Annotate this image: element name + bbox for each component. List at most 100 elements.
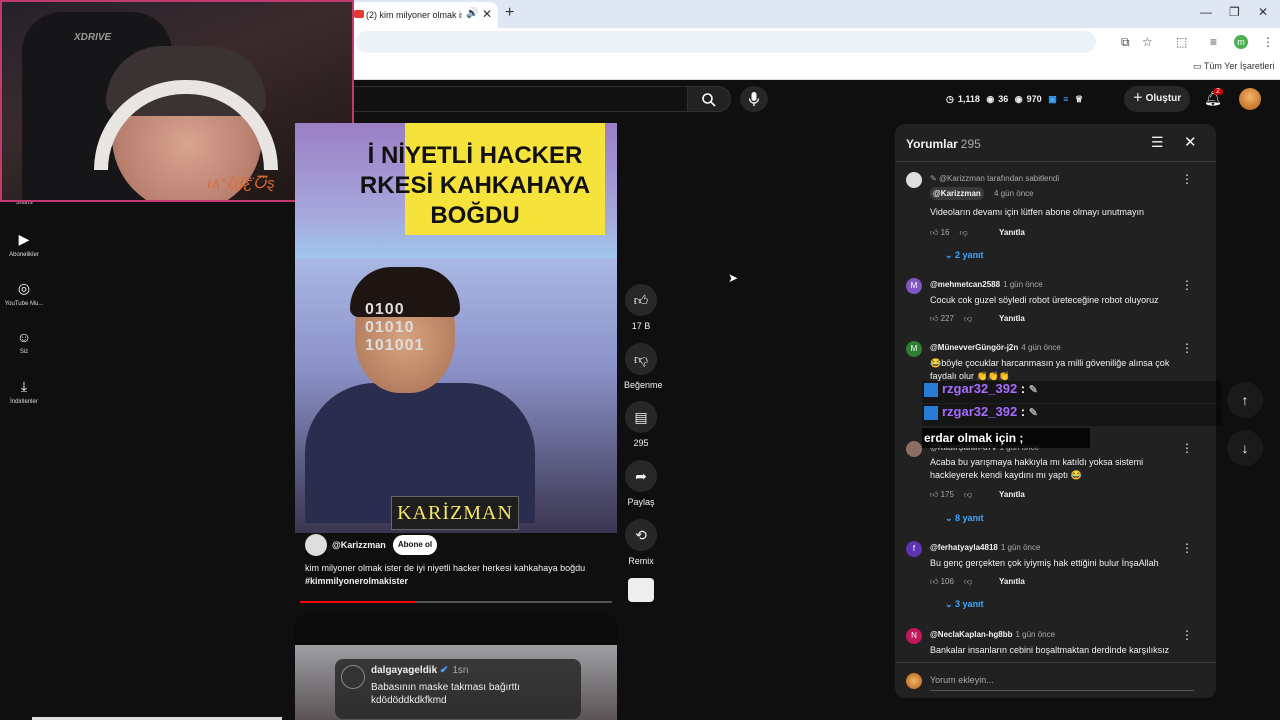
new-tab-button[interactable]: + bbox=[505, 4, 514, 22]
next-short-button[interactable]: ↓ bbox=[1227, 430, 1263, 466]
user-avatar[interactable] bbox=[1239, 88, 1261, 110]
like-count: 175 bbox=[940, 490, 954, 499]
more-options-icon[interactable]: ⋮ bbox=[1181, 541, 1193, 555]
like-count: 106 bbox=[940, 577, 954, 586]
chevron-down-icon: ⌄ bbox=[945, 513, 956, 523]
speaker-icon[interactable]: 🔊 bbox=[466, 8, 478, 19]
comment-text: 😂böyle çocuklar harcanmasın ya milli göv… bbox=[930, 358, 1170, 381]
comment-author[interactable]: @mehmetcan2588 1 gün önce bbox=[930, 280, 1043, 289]
previous-short-button[interactable]: ↑ bbox=[1227, 382, 1263, 418]
extension-icon[interactable]: ▣ bbox=[1048, 94, 1057, 104]
comment-avatar[interactable]: N bbox=[906, 628, 922, 644]
minimize-button[interactable]: — bbox=[1200, 5, 1212, 19]
close-comments-button[interactable]: ✕ bbox=[1184, 133, 1197, 151]
sidebar-item-youtube-music[interactable]: ◎ YouTube Mu... bbox=[0, 280, 48, 307]
commenter-username: dalgayageldik bbox=[371, 665, 438, 676]
mouse-cursor-icon: ➤ bbox=[728, 271, 739, 285]
dislike-button[interactable]: 👎︎ Beğenme bbox=[624, 343, 663, 390]
channel-avatar[interactable] bbox=[305, 534, 327, 556]
thumbs-down-icon[interactable]: 👎︎ bbox=[960, 228, 968, 237]
remix-button[interactable]: ⟲ Remix bbox=[624, 519, 658, 566]
bookmark-star-icon[interactable]: ☆ bbox=[1142, 35, 1153, 49]
more-options-icon[interactable]: ⋮ bbox=[1181, 341, 1193, 355]
all-bookmarks-label: Tüm Yer İşaretleri bbox=[1203, 61, 1275, 71]
view-replies-button[interactable]: ⌄ 8 yanıt bbox=[945, 513, 984, 524]
chat-overlay-text: erdar olmak için ; bbox=[922, 428, 1090, 448]
subscribe-button[interactable]: Abone ol bbox=[393, 535, 437, 555]
share-label: Paylaş bbox=[627, 497, 655, 507]
hashtag-link[interactable]: #kimmilyonerolmakister bbox=[305, 575, 615, 588]
voice-search-button[interactable] bbox=[740, 86, 768, 112]
youtube-favicon-icon bbox=[354, 10, 364, 18]
sidebar-item-you[interactable]: ☺ Siz bbox=[0, 329, 48, 355]
reply-button[interactable]: Yanıtla bbox=[999, 314, 1025, 323]
thumbs-down-icon[interactable]: 👎︎ bbox=[964, 314, 972, 323]
comment-author[interactable]: @MünevverGüngör-j2n 4 gün önce bbox=[930, 343, 1061, 352]
video-title-line: BOĞDU bbox=[430, 202, 520, 229]
tab-close-button[interactable]: ✕ bbox=[482, 7, 492, 21]
comment-text: Bankalar insanların cebini boşaltmaktan … bbox=[930, 645, 1170, 655]
all-bookmarks-button[interactable]: ▭ Tüm Yer İşaretleri bbox=[1193, 61, 1274, 72]
next-short-preview[interactable]: dalgayageldik ✔ 1sn Babasının maske takma… bbox=[295, 615, 617, 720]
channel-name[interactable]: @Karizzman bbox=[332, 540, 386, 550]
search-button[interactable] bbox=[687, 86, 731, 112]
comments-button[interactable]: ▤ 295 bbox=[624, 401, 658, 448]
browser-profile-avatar[interactable]: m bbox=[1234, 35, 1248, 49]
comment-icon: ▤ bbox=[625, 401, 657, 433]
shirt-print: 0100 01010 101001 bbox=[365, 301, 425, 354]
pinned-label: ✎ @Karizzman tarafından sabitlendi bbox=[930, 174, 1059, 183]
shorts-video-player[interactable]: İ NİYETLİ HACKER RKESİ KAHKAHAYA BOĞDU 0… bbox=[295, 123, 617, 533]
thumbs-up-icon[interactable]: 👍︎ bbox=[930, 314, 941, 323]
comment-avatar[interactable] bbox=[906, 441, 922, 457]
add-comment-input[interactable]: Yorum ekleyin... bbox=[930, 675, 994, 685]
comment-avatar[interactable]: M bbox=[906, 278, 922, 294]
thumbs-up-icon[interactable]: 👍︎ bbox=[930, 228, 941, 237]
extensions-icon[interactable]: ⬚ bbox=[1176, 35, 1187, 49]
comments-title: Yorumlar 295 bbox=[906, 137, 981, 151]
eye-icon: ◉ bbox=[986, 94, 995, 104]
comment-author[interactable]: @ferhatyayla4818 1 gün önce bbox=[930, 543, 1040, 552]
reply-button[interactable]: Yanıtla bbox=[999, 228, 1025, 237]
comment-author[interactable]: @NeclaKaplan-hg8bb 1 gün önce bbox=[930, 630, 1055, 639]
sound-thumbnail[interactable] bbox=[628, 578, 654, 602]
reply-button[interactable]: Yanıtla bbox=[999, 490, 1025, 499]
create-button[interactable]: ＋ Oluştur bbox=[1124, 86, 1190, 112]
view-replies-button[interactable]: ⌄ 3 yanıt bbox=[945, 599, 984, 610]
browser-menu-icon[interactable]: ⋮ bbox=[1262, 35, 1274, 49]
add-comment-row[interactable]: Yorum ekleyin... bbox=[895, 662, 1216, 698]
comment-avatar[interactable] bbox=[906, 172, 922, 188]
reply-button[interactable]: Yanıtla bbox=[999, 577, 1025, 586]
view-replies-button[interactable]: ⌄ 2 yanıt bbox=[945, 250, 984, 261]
more-options-icon[interactable]: ⋮ bbox=[1181, 278, 1193, 292]
list-icon[interactable]: ≡ bbox=[1063, 94, 1068, 104]
active-tab[interactable]: (2) kim milyoner olmak ister 🔊 ✕ bbox=[350, 2, 498, 28]
comment-avatar[interactable]: f bbox=[906, 541, 922, 557]
comment-avatar[interactable]: M bbox=[906, 341, 922, 357]
sort-icon[interactable]: ☰ bbox=[1151, 134, 1164, 151]
thumbs-down-icon[interactable]: 👎︎ bbox=[964, 577, 972, 586]
address-bar[interactable] bbox=[356, 31, 1096, 53]
close-window-button[interactable]: ✕ bbox=[1258, 5, 1268, 19]
video-brand-box: KARİZMAN bbox=[391, 496, 519, 530]
commenter-avatar bbox=[341, 665, 365, 689]
thumbs-up-icon[interactable]: 👍︎ bbox=[930, 490, 941, 499]
video-title-overlay: İ NİYETLİ HACKER RKESİ KAHKAHAYA BOĞDU bbox=[335, 141, 615, 231]
media-control-icon[interactable]: ≡ bbox=[1210, 35, 1217, 49]
search-input[interactable]: a bbox=[340, 86, 687, 112]
more-options-icon[interactable]: ⋮ bbox=[1181, 628, 1193, 642]
maximize-button[interactable]: ❐ bbox=[1229, 5, 1240, 19]
install-app-icon[interactable]: ⧉ bbox=[1121, 35, 1130, 50]
more-options-icon[interactable]: ⋮ bbox=[1181, 441, 1193, 455]
stat-3: 970 bbox=[1026, 94, 1042, 104]
thumbs-up-icon[interactable]: 👍︎ bbox=[930, 577, 941, 586]
comment-author-chip[interactable]: @Karizzman 4 gün önce bbox=[930, 187, 1034, 200]
sidebar-item-subscriptions[interactable]: ▶ Abonelikler bbox=[0, 231, 48, 258]
trophy-icon[interactable]: ♕ bbox=[1075, 94, 1083, 104]
more-options-icon[interactable]: ⋮ bbox=[1181, 172, 1193, 186]
like-button[interactable]: 👍︎ 17 B bbox=[624, 284, 658, 331]
video-progress-bar[interactable] bbox=[300, 601, 612, 603]
commenter-name: dalgayageldik ✔ 1sn bbox=[371, 665, 468, 676]
thumbs-down-icon[interactable]: 👎︎ bbox=[964, 490, 972, 499]
sidebar-item-downloads[interactable]: ⤓ İndirilenler bbox=[0, 378, 48, 405]
share-button[interactable]: ➦ Paylaş bbox=[624, 460, 658, 507]
